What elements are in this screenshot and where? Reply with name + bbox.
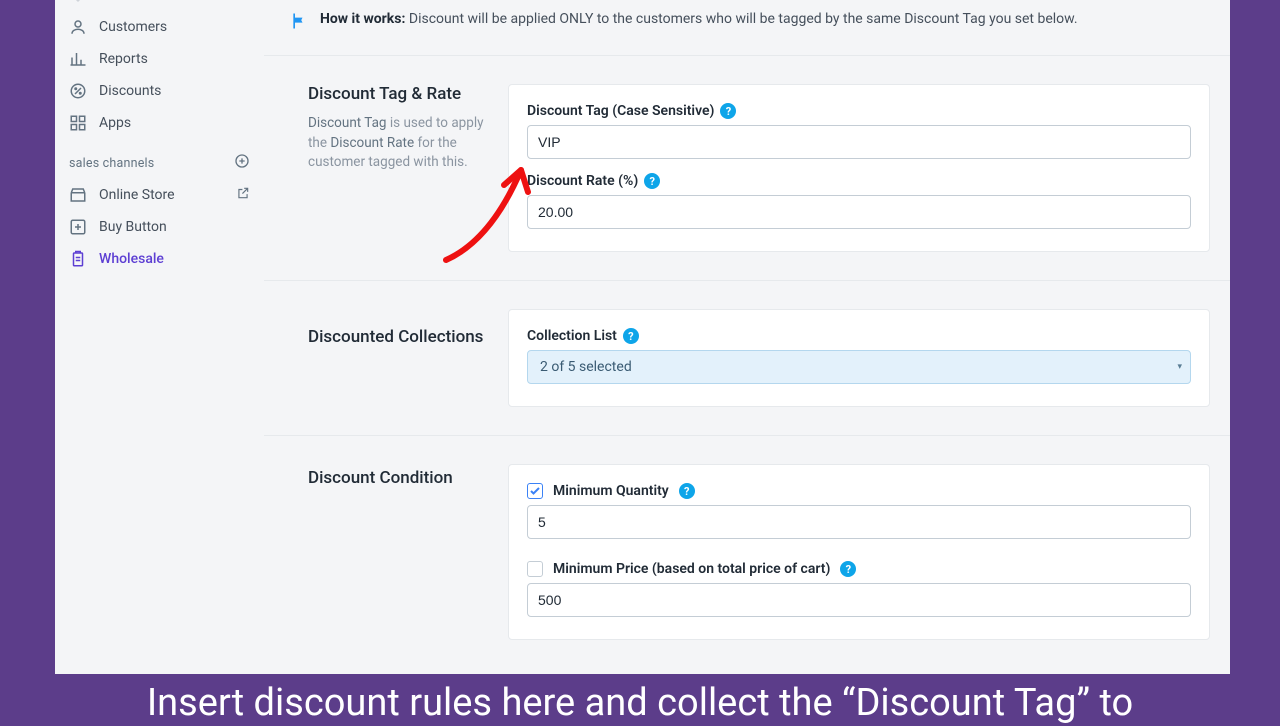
channel-item-wholesale[interactable]: Wholesale [55,243,264,275]
min-qty-label: Minimum Quantity [553,483,669,499]
min-price-checkbox[interactable] [527,561,543,577]
sidebar-item-customers[interactable]: Customers [55,11,264,43]
sidebar-item-discounts[interactable]: Discounts [55,75,264,107]
clipboard-icon [69,250,87,268]
section-tag-rate: Discount Tag & Rate Discount Tag is used… [264,55,1230,280]
collection-multiselect[interactable]: 2 of 5 selected ▾ [527,350,1191,384]
slide-caption: Insert discount rules here and collect t… [0,674,1280,726]
condition-card: Minimum Quantity ? Minimum Price (based … [508,464,1210,640]
help-icon[interactable]: ? [623,328,639,344]
chevron-down-icon: ▾ [1177,362,1182,372]
discount-rate-label: Discount Rate (%) [527,173,638,189]
channel-item-online-store[interactable]: Online Store [55,179,264,211]
sidebar-item-products[interactable]: Products [55,0,264,11]
channel-item-label: Wholesale [99,251,164,267]
min-qty-check-row: Minimum Quantity ? [527,483,1191,499]
section-condition-left: Discount Condition [284,464,484,498]
help-icon[interactable]: ? [840,561,856,577]
sidebar-item-label: Reports [99,51,148,67]
intro-text: this tag who buys the product of selecte… [264,0,1230,11]
app-window: Products Customers Reports Discounts App… [55,0,1230,680]
user-icon [69,18,87,36]
section-description: Discount Tag is used to apply the Discou… [308,114,484,173]
min-price-input[interactable] [527,583,1191,617]
external-link-icon[interactable] [236,186,250,204]
discount-tag-label-row: Discount Tag (Case Sensitive) ? [527,103,1191,119]
percent-icon [69,82,87,100]
section-title: Discounted Collections [308,327,484,347]
flag-icon [290,11,310,35]
sidebar: Products Customers Reports Discounts App… [55,0,264,680]
tag-rate-card: Discount Tag (Case Sensitive) ? Discount… [508,84,1210,252]
sidebar-item-reports[interactable]: Reports [55,43,264,75]
discount-tag-label: Discount Tag (Case Sensitive) [527,103,714,119]
store-icon [69,186,87,204]
min-price-group: Minimum Price (based on total price of c… [527,561,1191,617]
min-price-check-row: Minimum Price (based on total price of c… [527,561,1191,577]
how-it-works-row: How it works: Discount will be applied O… [264,11,1230,55]
sales-channels-label: sales channels [69,156,154,171]
discount-rate-input[interactable] [527,195,1191,229]
section-tag-rate-left: Discount Tag & Rate Discount Tag is used… [284,84,484,173]
sidebar-item-label: Products [99,0,155,3]
sidebar-item-label: Discounts [99,83,161,99]
help-icon[interactable]: ? [720,103,736,119]
collections-card: Collection List ? 2 of 5 selected ▾ [508,309,1210,407]
multiselect-value: 2 of 5 selected [540,359,632,375]
channel-item-label: Online Store [99,187,236,203]
bar-chart-icon [69,50,87,68]
section-collections: Discounted Collections Collection List ?… [264,280,1230,435]
how-it-works-text: Discount will be applied ONLY to the cus… [405,11,1077,27]
sidebar-item-label: Customers [99,19,167,35]
add-channel-icon[interactable] [234,153,250,173]
section-title: Discount Tag & Rate [308,84,484,104]
channel-item-buy-button[interactable]: Buy Button [55,211,264,243]
min-qty-input[interactable] [527,505,1191,539]
how-it-works-label: How it works: [320,11,405,27]
section-title: Discount Condition [308,468,484,488]
min-qty-group: Minimum Quantity ? [527,483,1191,539]
min-qty-checkbox[interactable] [527,483,543,499]
plus-square-icon [69,218,87,236]
sales-channels-header: sales channels [55,139,264,179]
discount-tag-input[interactable] [527,125,1191,159]
tag-icon [69,0,87,4]
discount-rate-label-row: Discount Rate (%) ? [527,173,1191,189]
grid-icon [69,114,87,132]
help-icon[interactable]: ? [679,483,695,499]
section-condition: Discount Condition Minimum Quantity ? [264,435,1230,668]
min-price-label: Minimum Price (based on total price of c… [553,561,830,577]
section-collections-left: Discounted Collections [284,309,484,357]
collection-list-label-row: Collection List ? [527,328,1191,344]
collection-list-label: Collection List [527,328,617,344]
sidebar-item-label: Apps [99,115,131,131]
sidebar-item-apps[interactable]: Apps [55,107,264,139]
help-icon[interactable]: ? [644,173,660,189]
channel-item-label: Buy Button [99,219,167,235]
main-content: this tag who buys the product of selecte… [264,0,1230,680]
